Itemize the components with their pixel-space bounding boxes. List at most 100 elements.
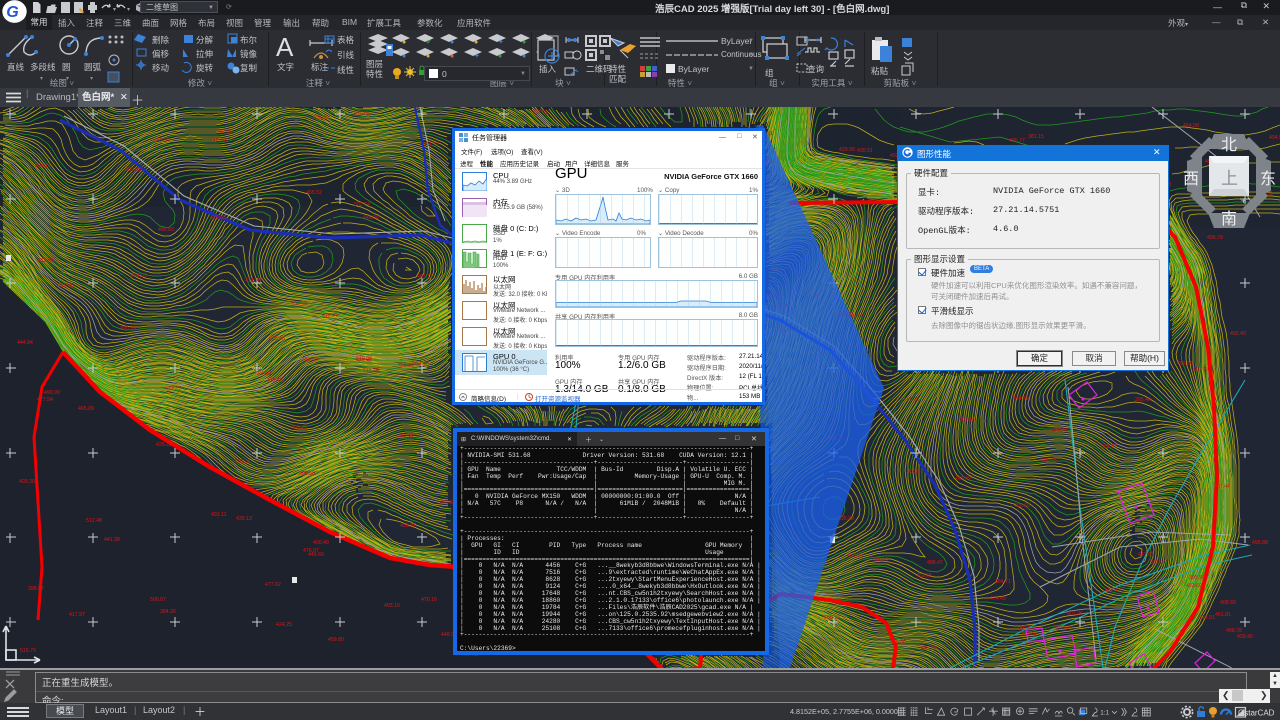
svg-text:515.75: 515.75 [363, 368, 379, 374]
svg-text:445.49: 445.49 [955, 476, 971, 482]
svg-text:432.13: 432.13 [267, 378, 283, 384]
svg-text:496.29: 496.29 [313, 115, 329, 121]
svg-text:标注: 标注 [311, 62, 329, 72]
svg-text:直线: 直线 [7, 62, 25, 72]
svg-text:组: 组 [765, 68, 774, 78]
svg-text:●: ● [450, 39, 454, 46]
svg-text:455.39: 455.39 [921, 646, 937, 652]
svg-text:特性: 特性 [609, 64, 627, 74]
svg-text:▾: ▾ [40, 76, 43, 82]
svg-text:分解: 分解 [196, 35, 214, 45]
svg-text:●: ● [522, 39, 526, 46]
svg-text:508.13: 508.13 [824, 615, 840, 621]
svg-text:486.47: 486.47 [927, 560, 943, 566]
svg-text:403.20: 403.20 [19, 479, 35, 485]
svg-text:圆弧: 圆弧 [84, 62, 102, 72]
svg-text:518.85: 518.85 [1021, 631, 1037, 637]
svg-text:布尔: 布尔 [240, 35, 258, 45]
svg-text:南: 南 [1221, 210, 1237, 228]
svg-text:●: ● [450, 53, 454, 60]
svg-text:402.40: 402.40 [1230, 331, 1246, 337]
svg-text:414.50: 414.50 [245, 278, 261, 284]
svg-text:477.46: 477.46 [903, 397, 919, 403]
svg-text:▾: ▾ [113, 7, 116, 13]
svg-text:东: 东 [1260, 170, 1276, 188]
svg-text:偏移: 偏移 [152, 49, 170, 59]
svg-text:●: ● [402, 39, 406, 46]
svg-text:+: + [1241, 196, 1246, 206]
svg-text:400.57: 400.57 [907, 469, 923, 475]
svg-text:470.46: 470.46 [269, 336, 285, 342]
svg-text:512.48: 512.48 [86, 518, 102, 524]
svg-text:380.79: 380.79 [1192, 367, 1208, 373]
svg-text:476.07: 476.07 [303, 548, 319, 554]
svg-text:456.96: 456.96 [847, 553, 863, 559]
svg-text:▾: ▾ [127, 7, 130, 13]
svg-text:480.47: 480.47 [1105, 588, 1121, 594]
svg-text:398.55: 398.55 [299, 471, 315, 477]
svg-text:470.22: 470.22 [234, 459, 250, 465]
svg-text:384.26: 384.26 [160, 609, 176, 615]
svg-text:390.39: 390.39 [120, 326, 136, 332]
svg-text:386.58: 386.58 [211, 138, 227, 144]
svg-text:398.07: 398.07 [28, 586, 44, 592]
svg-text:420.51: 420.51 [1052, 428, 1068, 434]
svg-text:387.44: 387.44 [1214, 484, 1230, 490]
svg-text:429.95: 429.95 [58, 283, 74, 289]
svg-text:✦: ✦ [474, 52, 480, 60]
svg-text:477.54: 477.54 [37, 397, 53, 403]
svg-text:474.49: 474.49 [990, 596, 1006, 602]
svg-text:400.89: 400.89 [125, 167, 141, 173]
svg-text:412.92: 412.92 [398, 434, 414, 440]
svg-text:505.18: 505.18 [959, 417, 975, 423]
svg-text:424.25: 424.25 [276, 622, 292, 628]
svg-text:459.80: 459.80 [328, 637, 344, 643]
svg-text:400.40: 400.40 [313, 540, 329, 546]
svg-text:439.13: 439.13 [236, 516, 252, 522]
svg-text:多段线: 多段线 [30, 62, 56, 72]
svg-text:514.51: 514.51 [1199, 615, 1215, 621]
svg-text:419.41: 419.41 [216, 129, 232, 135]
svg-text:394.17: 394.17 [35, 163, 51, 169]
svg-text:444.84: 444.84 [17, 340, 33, 346]
svg-text:●: ● [474, 39, 478, 46]
svg-text:493.11: 493.11 [211, 512, 227, 518]
svg-text:移动: 移动 [152, 63, 170, 73]
svg-text:403.73: 403.73 [291, 425, 307, 431]
svg-text:425.22: 425.22 [156, 442, 172, 448]
svg-text:456.79: 456.79 [1207, 235, 1223, 241]
svg-text:447.83: 447.83 [1138, 552, 1154, 558]
svg-text:394.50: 394.50 [255, 371, 271, 377]
svg-text:418.68: 418.68 [302, 357, 318, 363]
svg-text:418.81: 418.81 [38, 258, 54, 264]
svg-text:429.63: 429.63 [210, 215, 226, 221]
svg-text:粘贴: 粘贴 [871, 66, 889, 76]
svg-text:417.97: 417.97 [69, 612, 85, 618]
svg-text:插入: 插入 [539, 64, 557, 74]
svg-text:430.51: 430.51 [857, 148, 873, 154]
svg-text:旋转: 旋转 [196, 63, 214, 73]
svg-text:特性: 特性 [366, 69, 384, 79]
svg-text:G: G [6, 4, 18, 21]
svg-text:表格: 表格 [337, 35, 355, 45]
svg-text:403.17: 403.17 [417, 274, 433, 280]
svg-text:448.28: 448.28 [363, 215, 379, 221]
svg-text:镜像: 镜像 [240, 49, 258, 59]
svg-text:384.71: 384.71 [995, 579, 1011, 585]
svg-text:GstarCAD: GstarCAD [1238, 709, 1275, 718]
svg-text:490.99: 490.99 [44, 390, 60, 396]
svg-text:483.86: 483.86 [398, 363, 414, 369]
svg-text:400.60: 400.60 [1014, 503, 1030, 509]
svg-text:410.34: 410.34 [322, 313, 338, 319]
svg-text:495.77: 495.77 [1009, 138, 1025, 144]
svg-text:515.70: 515.70 [20, 648, 36, 654]
svg-text:495.88: 495.88 [1252, 540, 1268, 546]
svg-text:拉伸: 拉伸 [196, 49, 213, 59]
svg-text:线性: 线性 [337, 65, 355, 75]
svg-text:●: ● [498, 53, 502, 60]
svg-text:468.14: 468.14 [872, 557, 888, 563]
svg-text:401.76: 401.76 [1067, 611, 1083, 617]
svg-text:431.37: 431.37 [165, 386, 181, 392]
svg-text:✦: ✦ [498, 38, 504, 46]
svg-text:470.16: 470.16 [421, 597, 437, 603]
